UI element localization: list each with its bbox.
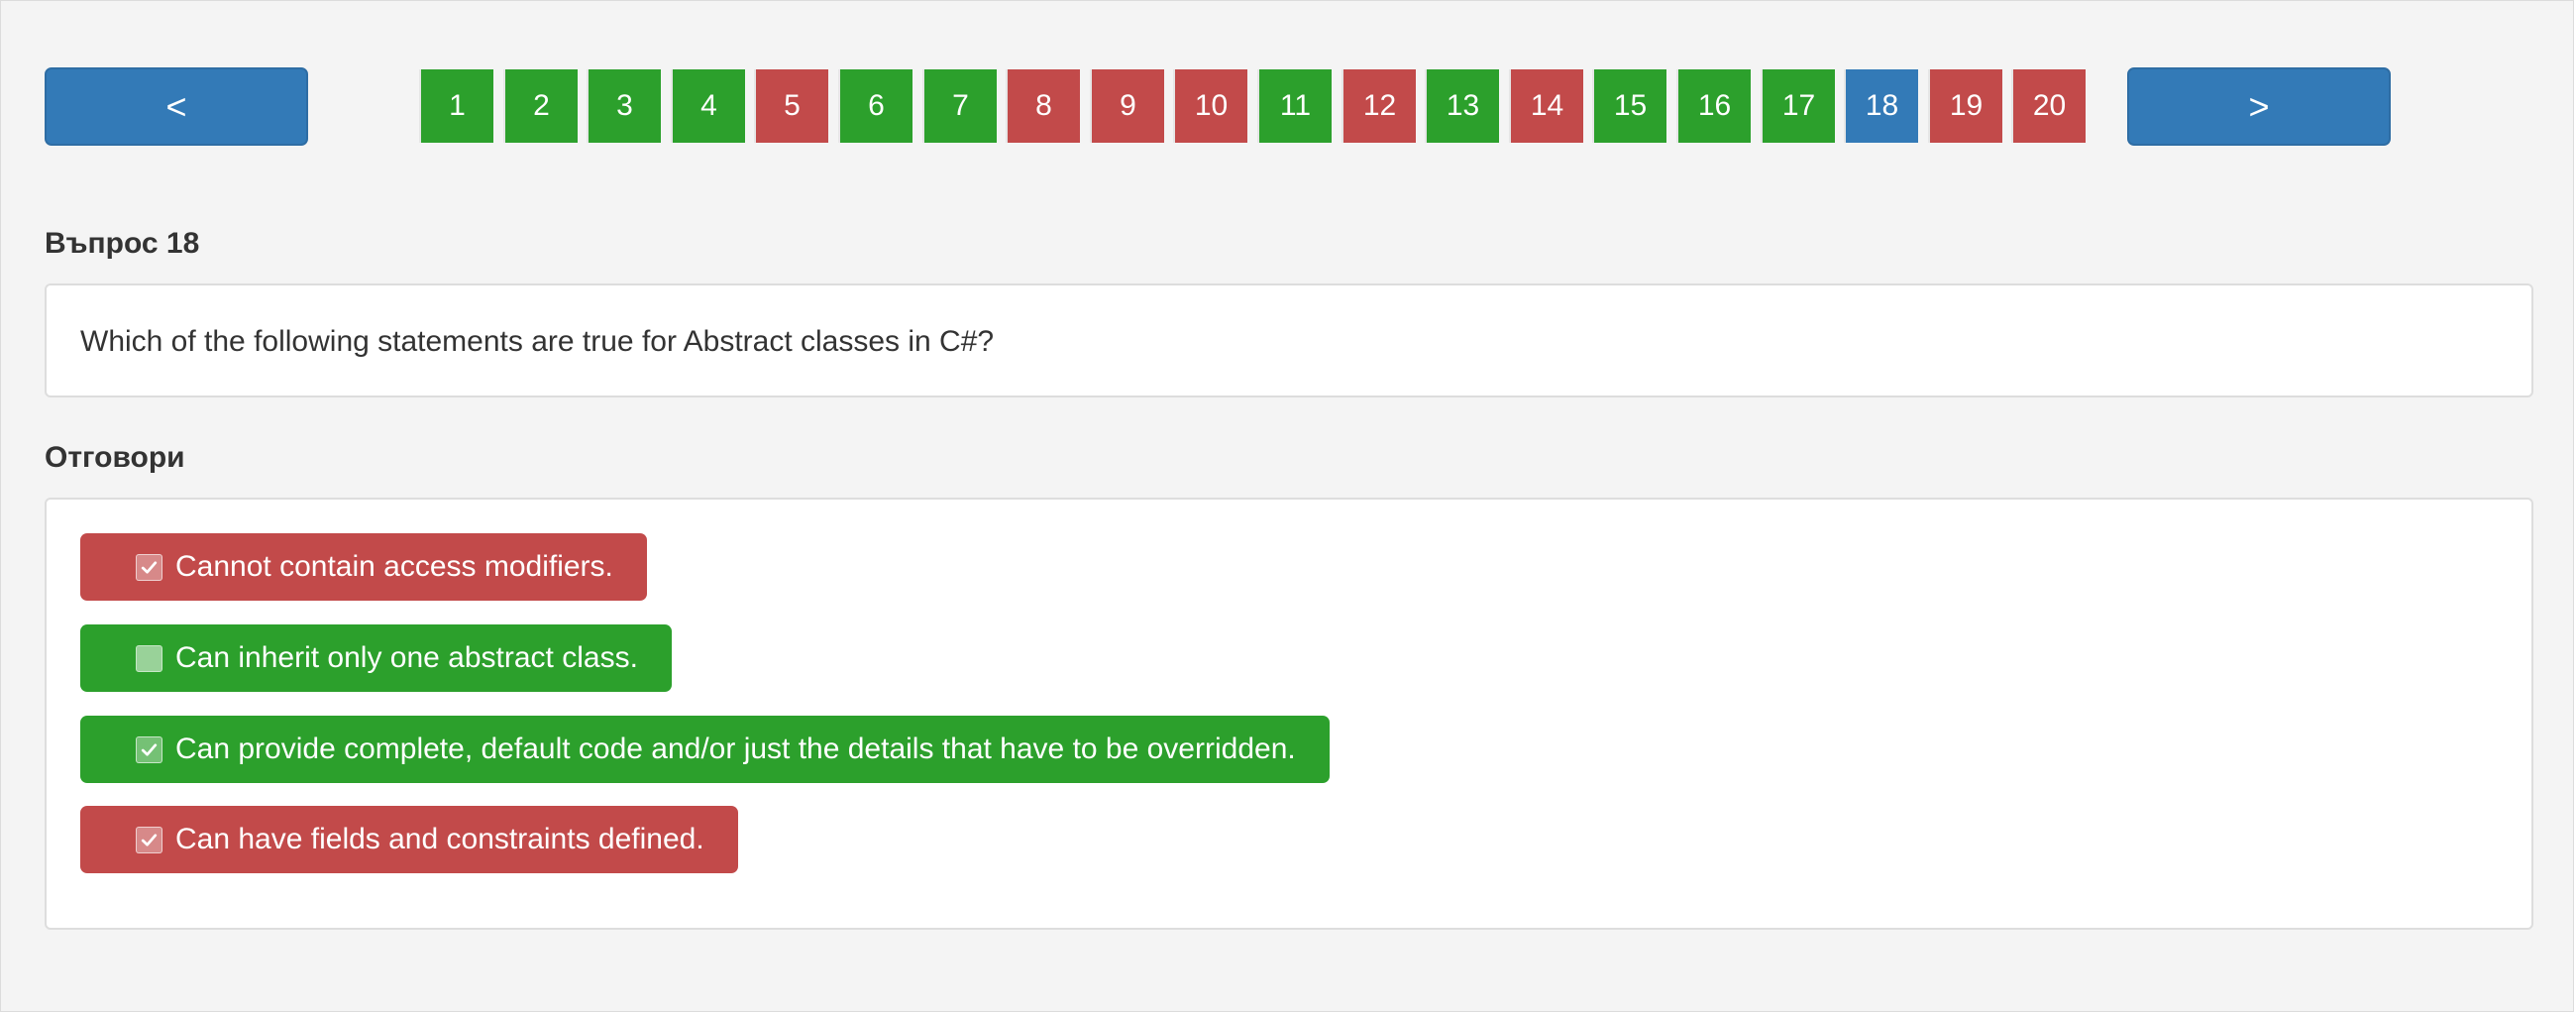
checkmark-icon[interactable] [136,826,162,853]
question-nav-item-14[interactable]: 14 [1509,69,1583,143]
answer-option-3[interactable]: Can provide complete, default code and/o… [80,716,1330,783]
question-nav-item-16[interactable]: 16 [1676,69,1751,143]
empty-checkbox-icon[interactable] [136,644,162,672]
question-nav-item-8[interactable]: 8 [1006,69,1080,143]
question-nav-item-4[interactable]: 4 [671,69,745,143]
answer-label: Cannot contain access modifiers. [175,550,613,583]
question-nav-item-12[interactable]: 12 [1342,69,1416,143]
next-question-button[interactable]: > [2127,67,2391,146]
answers-panel: Cannot contain access modifiers. Can inhe… [45,498,2533,930]
question-nav-item-5[interactable]: 5 [754,69,828,143]
question-panel: Which of the following statements are tr… [45,283,2533,397]
answer-option-4[interactable]: Can have fields and constraints defined. [80,806,738,873]
question-text: Which of the following statements are tr… [80,325,995,358]
answer-label: Can inherit only one abstract class. [175,641,638,674]
question-nav-item-1[interactable]: 1 [419,69,493,143]
quiz-review-page: < 1 2 3 4 5 6 7 8 9 10 11 12 13 14 15 16 17 18 19 20 > Въпр… [0,0,2574,1012]
answer-label: Can provide complete, default code and/o… [175,732,1296,765]
question-nav-item-11[interactable]: 11 [1257,69,1332,143]
answer-option-1[interactable]: Cannot contain access modifiers. [80,533,647,601]
checkmark-icon[interactable] [136,735,162,763]
question-nav-item-7[interactable]: 7 [922,69,997,143]
question-nav-item-20[interactable]: 20 [2011,69,2086,143]
answer-option-2[interactable]: Can inherit only one abstract class. [80,624,672,692]
question-nav-item-3[interactable]: 3 [587,69,661,143]
question-nav-item-10[interactable]: 10 [1173,69,1247,143]
question-nav-item-17[interactable]: 17 [1761,69,1835,143]
question-nav-item-2[interactable]: 2 [503,69,578,143]
checkmark-icon[interactable] [136,553,162,581]
question-nav-item-18[interactable]: 18 [1844,69,1918,143]
question-nav-item-15[interactable]: 15 [1592,69,1666,143]
question-nav-item-9[interactable]: 9 [1090,69,1164,143]
answers-heading: Отговори [45,441,185,474]
question-nav-item-6[interactable]: 6 [838,69,912,143]
question-nav-item-13[interactable]: 13 [1425,69,1499,143]
answer-label: Can have fields and constraints defined. [175,823,704,855]
question-nav-item-19[interactable]: 19 [1928,69,2002,143]
previous-question-button[interactable]: < [45,67,308,146]
question-heading: Въпрос 18 [45,227,200,260]
